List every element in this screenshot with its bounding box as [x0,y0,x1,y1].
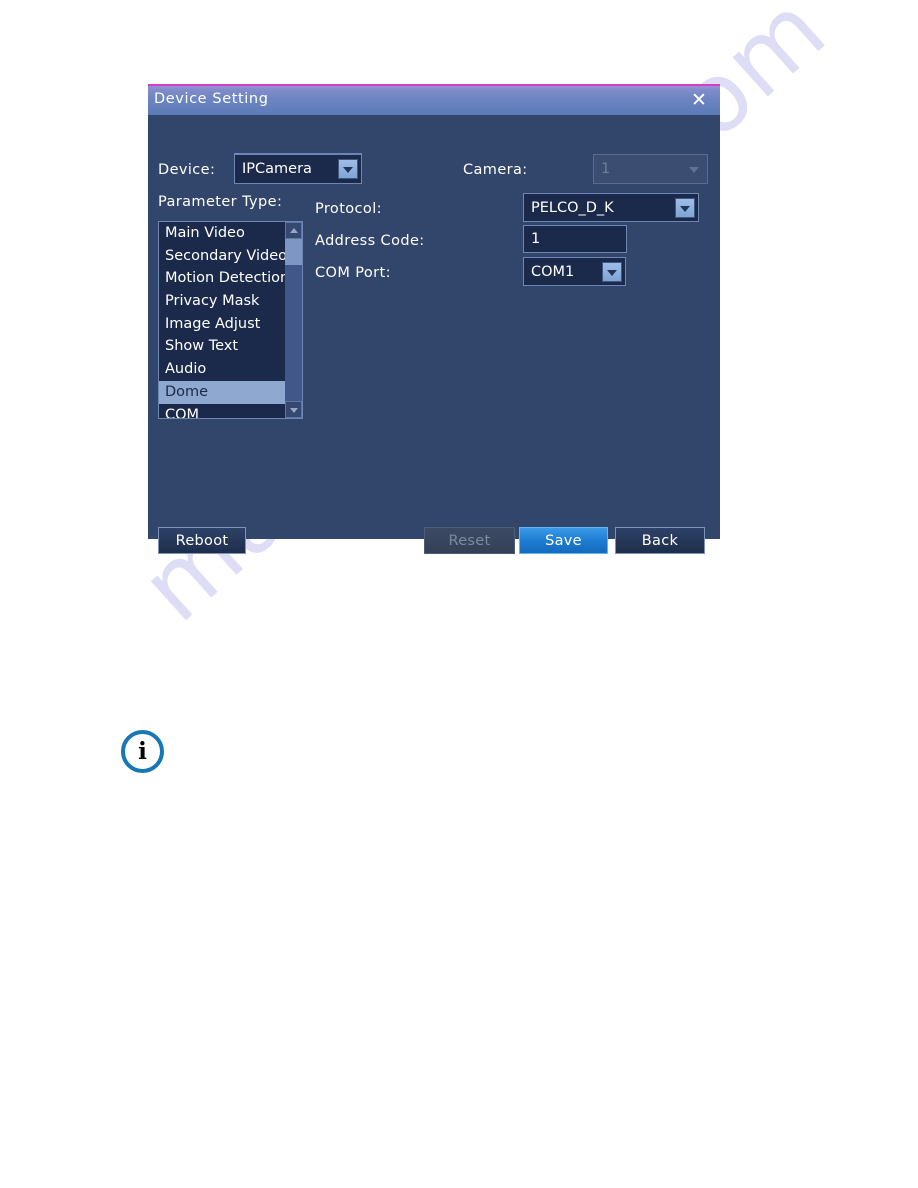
scrollbar-track[interactable] [285,239,302,401]
device-label: Device: [158,162,216,178]
listbox-scrollbar[interactable] [285,222,302,418]
parameter-type-list: Main Video Secondary Video Motion Detectio… [159,222,286,418]
protocol-select-value: PELCO_D_K [531,199,614,216]
close-icon[interactable]: ✕ [688,88,710,112]
dialog-body: Device: IPCamera Camera: 1 Parameter Typ… [148,115,720,554]
list-item[interactable]: Image Adjust [159,313,286,336]
protocol-label: Protocol: [315,201,382,217]
dialog-title: Device Setting [154,91,269,107]
info-icon: i [121,730,164,773]
back-button-label: Back [641,532,679,549]
reset-button: Reset [424,527,515,554]
device-select[interactable]: IPCamera [234,154,362,184]
device-setting-dialog: Device Setting ✕ Device: IPCamera Camera… [148,84,720,554]
info-icon-glyph: i [138,737,147,765]
save-button-label: Save [545,532,582,549]
list-item[interactable]: Motion Detection [159,267,286,290]
protocol-select[interactable]: PELCO_D_K [523,193,699,222]
list-item[interactable]: Dome [159,380,286,404]
address-code-input[interactable]: 1 [523,225,627,253]
address-code-value: 1 [531,231,541,247]
list-item[interactable]: Privacy Mask [159,290,286,313]
list-item[interactable]: Secondary Video [159,245,286,268]
list-item[interactable]: Main Video [159,222,286,245]
reboot-button[interactable]: Reboot [158,527,246,554]
back-button[interactable]: Back [615,527,705,554]
parameter-type-listbox[interactable]: Main Video Secondary Video Motion Detectio… [158,221,303,419]
chevron-down-icon[interactable] [602,261,622,282]
chevron-down-icon[interactable] [675,197,695,218]
save-button[interactable]: Save [519,527,608,554]
com-port-label: COM Port: [315,265,391,281]
device-select-value: IPCamera [242,161,312,177]
scroll-down-icon[interactable] [285,401,302,418]
scroll-up-icon[interactable] [285,222,302,239]
com-port-select-value: COM1 [531,263,575,280]
list-item[interactable]: Audio [159,358,286,381]
com-port-select[interactable]: COM1 [523,257,626,286]
camera-select-value: 1 [601,161,611,177]
camera-label: Camera: [463,162,528,178]
chevron-down-icon[interactable] [338,159,358,179]
reboot-button-label: Reboot [175,532,229,549]
list-item[interactable]: Show Text [159,335,286,358]
scrollbar-thumb[interactable] [285,239,302,265]
chevron-down-icon-disabled [684,159,704,179]
list-item[interactable]: COM [159,404,286,419]
parameter-type-label: Parameter Type: [158,194,283,210]
address-code-label: Address Code: [315,233,425,249]
camera-select: 1 [593,154,708,184]
reset-button-label: Reset [448,532,491,549]
dialog-title-bar: Device Setting ✕ [148,84,720,115]
